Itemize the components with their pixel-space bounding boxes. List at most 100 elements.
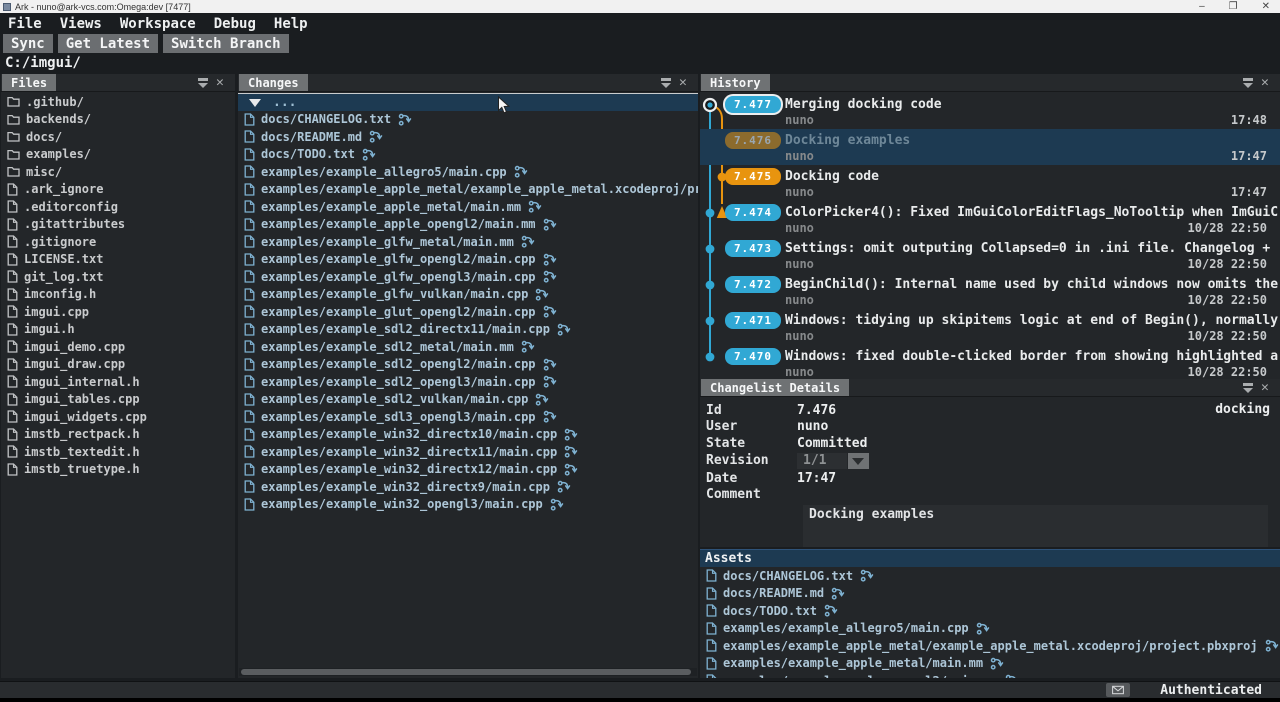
tree-file-row[interactable]: imconfig.h [1,286,235,304]
changes-root-row[interactable]: ... [238,93,698,111]
changed-file-name: examples/example_allegro5/main.cpp [723,621,969,635]
tab-files[interactable]: Files [2,74,56,91]
commit-row-7.470[interactable]: 7.470Windows: fixed double-clicked borde… [700,345,1280,380]
tree-file-row[interactable]: imgui_demo.cpp [1,338,235,356]
close-panel-icon[interactable]: ✕ [1261,77,1273,88]
sync-button[interactable]: Sync [3,34,53,53]
revision-dropdown-icon[interactable] [848,453,869,469]
tree-file-row[interactable]: imstb_truetype.h [1,461,235,479]
folder-name: misc/ [26,165,62,179]
menu-workspace[interactable]: Workspace [120,15,196,33]
file-name: imstb_textedit.h [24,445,140,459]
commit-row-7.472[interactable]: 7.472BeginChild(): Internal name used by… [700,273,1280,309]
changed-file-row[interactable]: examples/example_glfw_metal/main.mm [238,233,698,251]
changed-file-row[interactable]: examples/example_allegro5/main.cpp [700,620,1280,638]
mail-icon[interactable] [1106,683,1130,697]
changed-file-row[interactable]: examples/example_sdl2_vulkan/main.cpp [238,391,698,409]
changed-file-row[interactable]: examples/example_sdl2_opengl3/main.cpp [238,373,698,391]
commit-row-7.475[interactable]: 7.475Docking codenuno17:47 [700,165,1280,201]
changed-file-row[interactable]: docs/README.md [238,128,698,146]
tree-file-row[interactable]: LICENSE.txt [1,251,235,269]
changed-file-row[interactable]: examples/example_win32_directx11/main.cp… [238,443,698,461]
tree-file-row[interactable]: imgui_internal.h [1,373,235,391]
tree-file-row[interactable]: git_log.txt [1,268,235,286]
collapse-caret-icon[interactable] [249,99,261,107]
tree-file-row[interactable]: imgui_draw.cpp [1,356,235,374]
changed-file-row[interactable]: examples/example_apple_metal/example_app… [238,181,698,199]
tab-history[interactable]: History [701,74,770,91]
comment-textarea[interactable]: Docking examples [803,505,1268,547]
changed-file-row[interactable]: docs/CHANGELOG.txt [700,567,1280,585]
changed-file-row[interactable]: examples/example_apple_opengl2/main.mm [700,672,1280,678]
file-icon [7,428,18,441]
close-panel-icon[interactable]: ✕ [216,77,228,88]
menu-debug[interactable]: Debug [214,15,256,33]
filter-icon[interactable] [1242,382,1254,393]
changed-file-row[interactable]: examples/example_win32_directx9/main.cpp [238,478,698,496]
changed-file-row[interactable]: examples/example_glfw_opengl2/main.cpp [238,251,698,269]
changed-file-row[interactable]: examples/example_glfw_vulkan/main.cpp [238,286,698,304]
changed-file-row[interactable]: examples/example_win32_directx12/main.cp… [238,461,698,479]
tree-file-row[interactable]: .editorconfig [1,198,235,216]
get-latest-button[interactable]: Get Latest [58,34,158,53]
changes-hscrollbar[interactable] [239,668,697,676]
filter-icon[interactable] [660,77,672,88]
maximize-button[interactable]: ❐ [1229,2,1238,12]
tree-file-row[interactable]: imstb_textedit.h [1,443,235,461]
changed-file-row[interactable]: examples/example_sdl2_metal/main.mm [238,338,698,356]
revision-value[interactable]: 1/1 [797,453,847,469]
file-icon [7,253,18,266]
menu-file[interactable]: File [8,15,42,33]
tree-folder-row[interactable]: misc/ [1,163,235,181]
tree-file-row[interactable]: imgui_tables.cpp [1,391,235,409]
changed-file-row[interactable]: examples/example_glut_opengl2/main.cpp [238,303,698,321]
changed-file-row[interactable]: examples/example_apple_metal/example_app… [700,637,1280,655]
tree-folder-row[interactable]: examples/ [1,146,235,164]
changed-file-name: examples/example_apple_metal/example_app… [261,182,698,196]
switch-branch-button[interactable]: Switch Branch [163,34,289,53]
tree-file-row[interactable]: .gitignore [1,233,235,251]
tree-file-row[interactable]: imgui_widgets.cpp [1,408,235,426]
commit-row-7.476[interactable]: 7.476Docking examplesnuno17:47 [700,129,1280,165]
changed-file-row[interactable]: examples/example_sdl2_directx11/main.cpp [238,321,698,339]
file-icon [244,358,255,371]
tab-changelist-details[interactable]: Changelist Details [701,379,849,396]
file-icon [7,288,18,301]
tree-folder-row[interactable]: backends/ [1,111,235,129]
changed-file-row[interactable]: examples/example_win32_opengl3/main.cpp [238,496,698,514]
close-button[interactable]: ✕ [1262,2,1270,12]
tree-file-row[interactable]: imgui.cpp [1,303,235,321]
assets-panel: Assets docs/CHANGELOG.txtdocs/README.mdd… [700,549,1280,678]
changed-file-row[interactable]: examples/example_allegro5/main.cpp [238,163,698,181]
tab-changes[interactable]: Changes [239,74,308,91]
changed-file-row[interactable]: examples/example_glfw_opengl3/main.cpp [238,268,698,286]
filter-icon[interactable] [1242,77,1254,88]
changed-file-row[interactable]: docs/TODO.txt [700,602,1280,620]
commit-row-7.471[interactable]: 7.471Windows: tidying up skipitems logic… [700,309,1280,345]
changed-file-row[interactable]: examples/example_apple_opengl2/main.mm [238,216,698,234]
close-panel-icon[interactable]: ✕ [1261,382,1273,393]
tree-folder-row[interactable]: .github/ [1,93,235,111]
commit-row-7.473[interactable]: 7.473Settings: omit outputing Collapsed=… [700,237,1280,273]
changed-file-row[interactable]: examples/example_apple_metal/main.mm [238,198,698,216]
tree-file-row[interactable]: imgui.h [1,321,235,339]
changed-file-row[interactable]: docs/README.md [700,585,1280,603]
changed-file-row[interactable]: examples/example_sdl3_opengl3/main.cpp [238,408,698,426]
minimize-button[interactable]: – [1199,2,1205,12]
commit-row-7.477[interactable]: 7.477Merging docking codenuno17:48 [700,93,1280,129]
tree-folder-row[interactable]: docs/ [1,128,235,146]
menu-help[interactable]: Help [274,15,308,33]
changed-file-row[interactable]: examples/example_apple_metal/main.mm [700,655,1280,673]
menu-views[interactable]: Views [60,15,102,33]
changed-file-row[interactable]: examples/example_sdl2_opengl2/main.cpp [238,356,698,374]
changed-file-row[interactable]: examples/example_win32_directx10/main.cp… [238,426,698,444]
modified-icon [521,235,535,248]
tree-file-row[interactable]: .gitattributes [1,216,235,234]
close-panel-icon[interactable]: ✕ [679,77,691,88]
changed-file-row[interactable]: docs/CHANGELOG.txt [238,111,698,129]
commit-row-7.474[interactable]: 7.474ColorPicker4(): Fixed ImGuiColorEdi… [700,201,1280,237]
filter-icon[interactable] [197,77,209,88]
tree-file-row[interactable]: imstb_rectpack.h [1,426,235,444]
tree-file-row[interactable]: .ark_ignore [1,181,235,199]
changed-file-row[interactable]: docs/TODO.txt [238,146,698,164]
